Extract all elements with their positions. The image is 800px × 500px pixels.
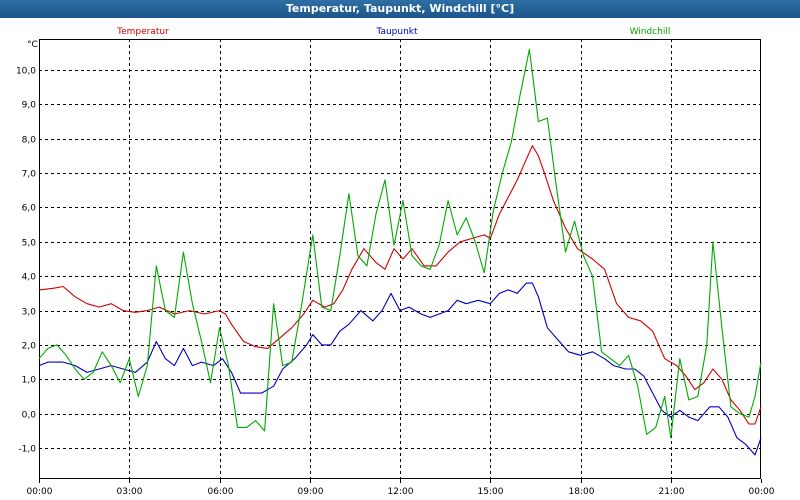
y-tick-label: 4,0 — [22, 273, 37, 283]
x-tick-time: 09:00 — [298, 487, 324, 497]
x-tick-time: 12:00 — [388, 487, 414, 497]
y-tick-label: 9,0 — [22, 101, 37, 111]
x-tick-time: 15:00 — [478, 487, 504, 497]
x-tick-time: 00:00 — [27, 487, 53, 497]
chart: 10,0 9,0 8,0 7,0 6,0 5,0 4,0 3,0 2,0 1,0 0,0 -1,0 00… — [16, 27, 775, 497]
x-tick-time: 03:00 — [117, 487, 143, 497]
legend-label-windchill: Windchill — [630, 27, 671, 37]
y-tick-label: 8,0 — [22, 136, 37, 146]
x-tick-time: 06:00 — [208, 487, 234, 497]
legend: Temperatur Taupunkt Windchill — [116, 27, 670, 37]
x-tick-time: 18:00 — [569, 487, 595, 497]
y-tick-label: 3,0 — [22, 308, 37, 318]
y-tick-label: 10,0 — [16, 67, 36, 77]
y-tick-label: 5,0 — [22, 239, 37, 249]
y-tick-label: -1,0 — [18, 445, 36, 455]
legend-label-taupunkt: Taupunkt — [375, 27, 418, 37]
y-axis-unit-label: °C — [27, 40, 38, 50]
x-tick-time: 21:00 — [659, 487, 685, 497]
y-tick-label: 6,0 — [22, 204, 37, 214]
y-tick-label: 0,0 — [22, 411, 37, 421]
x-tick-time: 00:00 — [749, 487, 775, 497]
y-tick-label: 7,0 — [22, 170, 37, 180]
y-tick-label: 1,0 — [22, 376, 37, 386]
legend-label-temperatur: Temperatur — [116, 27, 169, 37]
chart-title: Temperatur, Taupunkt, Windchill [°C] — [0, 0, 800, 18]
y-tick-label: 2,0 — [22, 342, 37, 352]
